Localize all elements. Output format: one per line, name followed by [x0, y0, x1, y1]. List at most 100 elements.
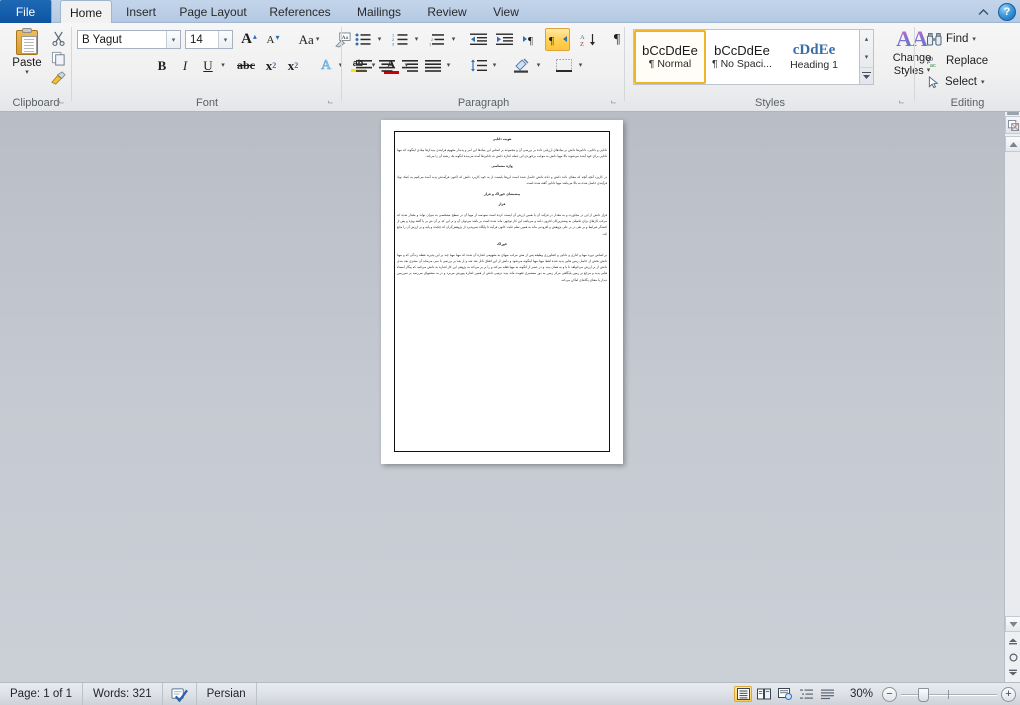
font-size-combo[interactable]: 14 ▾	[185, 30, 233, 49]
underline-caret[interactable]: ▾	[217, 55, 229, 76]
shrink-font-button[interactable]: A ▾	[262, 29, 284, 50]
numbering-button[interactable]: 1 2 3	[389, 29, 411, 50]
italic-button[interactable]: I	[175, 55, 195, 76]
styles-scroll-up-button[interactable]: ▴	[860, 30, 873, 47]
line-spacing-caret[interactable]: ▾	[489, 55, 500, 76]
paste-button[interactable]: Paste ▾	[6, 28, 48, 90]
change-case-button[interactable]: Aa ▾	[292, 29, 326, 50]
vertical-scrollbar[interactable]	[1004, 112, 1020, 682]
format-painter-button[interactable]	[48, 69, 68, 88]
justify-button[interactable]	[421, 55, 444, 76]
styles-more-button[interactable]	[860, 67, 873, 84]
view-full-screen-reading-button[interactable]	[755, 686, 773, 702]
scroll-down-arrow-icon	[1009, 621, 1017, 627]
doc-heading: واژه مشناسی	[491, 164, 513, 169]
help-question-icon[interactable]: ?	[998, 3, 1016, 21]
zoom-level-label[interactable]: 30%	[839, 688, 879, 700]
left-to-right-button[interactable]: ¶	[520, 29, 544, 50]
bullets-button[interactable]	[352, 29, 374, 50]
chevron-up-icon[interactable]	[974, 3, 992, 21]
style-item-no-spacing[interactable]: bCcDdEe ¶ No Spaci...	[706, 30, 778, 84]
zoom-slider-control[interactable]: − +	[882, 686, 1016, 702]
status-page-indicator[interactable]: Page: 1 of 1	[0, 682, 84, 705]
status-word-count[interactable]: Words: 321	[83, 682, 163, 705]
zoom-slider-thumb[interactable]	[918, 687, 929, 702]
subscript-button[interactable]: x 2	[260, 55, 282, 76]
align-right-button[interactable]	[398, 55, 421, 76]
ribbon-group-styles: bCcDdEe ¶ Normal bCcDdEe ¶ No Spaci... c…	[625, 23, 931, 111]
status-language[interactable]: Persian	[197, 682, 257, 705]
font-name-combo[interactable]: B Yagut ▾	[77, 30, 181, 49]
sort-button[interactable]: A Z	[576, 29, 600, 50]
document-body-text[interactable]: هویت دانایی دانایی و دانایی، دانایی‌ها د…	[397, 134, 607, 449]
scissors-icon	[51, 31, 65, 46]
tab-insert[interactable]: Insert	[117, 0, 165, 23]
superscript-button[interactable]: x 2	[282, 55, 304, 76]
multilevel-list-button[interactable]: 2 1	[426, 29, 448, 50]
view-ruler-icon	[1007, 119, 1019, 131]
underline-button[interactable]: U	[198, 55, 218, 76]
tab-view[interactable]: View	[484, 0, 528, 23]
style-item-heading-1[interactable]: cDdEe Heading 1	[778, 30, 850, 84]
tab-home[interactable]: Home	[60, 0, 112, 24]
strikethrough-button[interactable]: abc	[233, 55, 259, 76]
tab-references[interactable]: References	[262, 0, 338, 23]
window-splitter-handle[interactable]	[1007, 112, 1019, 115]
clipboard-dialog-launcher[interactable]	[56, 97, 67, 108]
view-ruler-toggle-button[interactable]	[1005, 116, 1020, 134]
scroll-up-button[interactable]	[1005, 136, 1020, 152]
styles-scroll-down-button[interactable]: ▾	[860, 49, 873, 66]
style-item-normal[interactable]: bCcDdEe ¶ Normal	[634, 30, 706, 84]
borders-caret[interactable]: ▾	[575, 55, 586, 76]
tab-file[interactable]: File	[0, 0, 52, 23]
bullets-caret[interactable]: ▾	[374, 29, 385, 50]
next-page-button[interactable]	[1005, 665, 1020, 681]
view-draft-button[interactable]	[818, 686, 836, 702]
view-print-layout-button[interactable]	[734, 686, 752, 702]
numbering-caret[interactable]: ▾	[411, 29, 422, 50]
scroll-down-button[interactable]	[1005, 616, 1020, 632]
font-name-dropdown-icon[interactable]: ▾	[166, 31, 180, 48]
sort-icon: A Z	[580, 33, 595, 47]
font-dialog-launcher[interactable]	[325, 97, 336, 108]
status-proofing-errors[interactable]	[163, 682, 197, 705]
borders-button[interactable]	[552, 55, 576, 76]
document-workspace[interactable]: هویت دانایی دانایی و دانایی، دانایی‌ها د…	[0, 112, 1004, 682]
shading-button[interactable]	[510, 55, 534, 76]
view-web-layout-button[interactable]	[776, 686, 794, 702]
font-size-dropdown-icon[interactable]: ▾	[218, 31, 232, 48]
bold-button[interactable]: B	[152, 55, 172, 76]
tab-review[interactable]: Review	[420, 0, 474, 23]
zoom-in-button[interactable]: +	[1001, 686, 1016, 702]
superscript-index: 2	[294, 61, 299, 70]
styles-dialog-launcher[interactable]	[896, 97, 907, 108]
decrease-indent-button[interactable]	[466, 29, 490, 50]
right-to-left-button[interactable]: ¶	[545, 28, 570, 51]
tab-mailings[interactable]: Mailings	[348, 0, 410, 23]
align-center-button[interactable]	[375, 55, 398, 76]
justify-caret[interactable]: ▾	[443, 55, 454, 76]
cut-button[interactable]	[48, 29, 68, 48]
paragraph-dialog-launcher[interactable]	[608, 97, 619, 108]
select-browse-object-button[interactable]	[1005, 649, 1020, 665]
increase-indent-button[interactable]	[492, 29, 516, 50]
justify-caret-glyph: ▾	[446, 62, 451, 69]
styles-gallery-scrollbar[interactable]: ▴ ▾	[860, 29, 874, 85]
align-left-button[interactable]	[352, 55, 375, 76]
tab-page-layout[interactable]: Page Layout	[172, 0, 254, 23]
zoom-slider-track[interactable]	[901, 687, 997, 702]
shading-caret[interactable]: ▾	[533, 55, 544, 76]
document-page[interactable]: هویت دانایی دانایی و دانایی، دانایی‌ها د…	[381, 120, 623, 464]
find-button[interactable]: Find ▾	[924, 29, 979, 49]
select-button[interactable]: Select ▾	[924, 72, 987, 92]
scroll-track[interactable]	[1005, 152, 1020, 616]
multilevel-caret[interactable]: ▾	[448, 29, 459, 50]
copy-button[interactable]	[48, 49, 68, 68]
view-outline-button[interactable]	[797, 686, 815, 702]
replace-button[interactable]: ab ac Replace	[924, 51, 991, 71]
line-spacing-button[interactable]	[466, 55, 490, 76]
zoom-out-button[interactable]: −	[882, 686, 897, 702]
text-effects-button[interactable]: A	[316, 55, 336, 76]
grow-font-button[interactable]: A ▴	[238, 29, 260, 50]
previous-page-button[interactable]	[1005, 633, 1020, 649]
